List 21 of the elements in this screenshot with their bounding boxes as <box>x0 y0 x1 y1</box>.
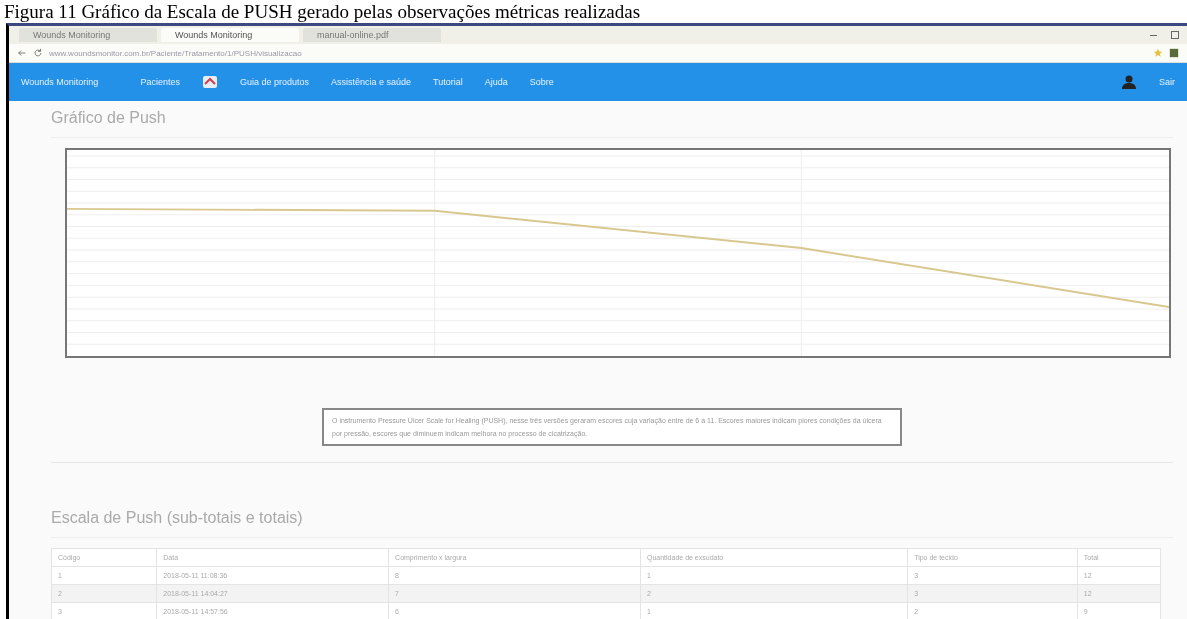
extension-icon[interactable] <box>1169 48 1179 58</box>
nav-link[interactable]: Guia de produtos <box>239 77 309 87</box>
nav-link[interactable]: Assistência e saúde <box>330 77 411 87</box>
restore-icon[interactable] <box>1171 31 1179 39</box>
section-title: Escala de Push (sub-totais e totais) <box>51 509 1173 538</box>
nav-link[interactable]: Pacientes <box>140 77 180 87</box>
logout-link[interactable]: Sair <box>1159 77 1175 87</box>
minimize-icon[interactable] <box>1150 34 1157 36</box>
figure-caption: Figura 11 Gráfico da Escala de PUSH gerado pelas observações métricas realizadas <box>3 0 642 23</box>
reload-icon[interactable] <box>33 48 43 58</box>
nav-link[interactable]: Sobre <box>529 77 554 87</box>
brand-link[interactable]: Wounds Monitoring <box>21 77 99 87</box>
user-icon[interactable] <box>1121 74 1137 90</box>
section-title: Gráfico de Push <box>51 109 1173 138</box>
star-icon[interactable] <box>1153 48 1163 58</box>
browser-tab[interactable]: Wounds Monitoring <box>19 28 157 42</box>
browser-tab[interactable]: manual-online.pdf <box>303 28 441 42</box>
nav-link[interactable]: Ajuda <box>484 77 508 87</box>
browser-tab[interactable]: Wounds Monitoring <box>161 28 299 42</box>
address-field[interactable]: www.woundsmonitor.com.br/Paciente/Tratamento/1/PUSH/visualizacao <box>49 48 1147 58</box>
nav-link[interactable]: Tutorial <box>433 77 463 87</box>
